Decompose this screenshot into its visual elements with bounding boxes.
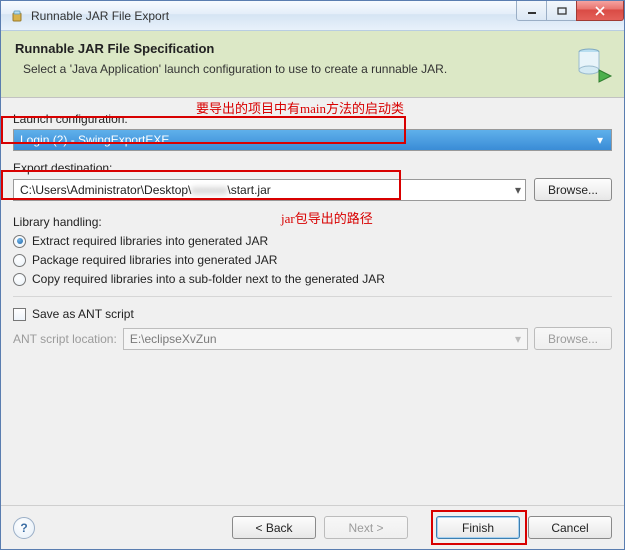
library-handling-label: Library handling: [13,215,612,229]
ant-location-value: E:\eclipseXvZun [130,332,217,346]
jar-title-icon [9,8,25,24]
library-handling-group: Extract required libraries into generate… [13,234,612,286]
header-banner: Runnable JAR File Specification Select a… [1,31,624,98]
export-destination-combo[interactable]: C:\Users\Administrator\Desktop\xxxxxx\st… [13,179,526,201]
export-dest-prefix: C:\Users\Administrator\Desktop\ [20,183,191,197]
browse-ant-button: Browse... [534,327,612,350]
export-dest-hidden: xxxxxx [191,183,227,197]
save-ant-checkbox-row[interactable]: Save as ANT script [13,307,612,321]
browse-destination-button[interactable]: Browse... [534,178,612,201]
back-button[interactable]: < Back [232,516,316,539]
next-button: Next > [324,516,408,539]
chevron-down-icon: ▾ [515,183,521,197]
banner-description: Select a 'Java Application' launch confi… [23,62,570,76]
radio-package-label: Package required libraries into generate… [32,253,277,267]
radio-copy-label: Copy required libraries into a sub-folde… [32,272,385,286]
window-title: Runnable JAR File Export [31,9,169,23]
separator [13,296,612,297]
export-dest-label: Export destination: [13,161,612,175]
radio-extract-label: Extract required libraries into generate… [32,234,268,248]
radio-copy[interactable]: Copy required libraries into a sub-folde… [13,272,612,286]
close-button[interactable] [576,1,624,21]
radio-icon [13,235,26,248]
radio-package[interactable]: Package required libraries into generate… [13,253,612,267]
banner-title: Runnable JAR File Specification [15,41,570,56]
finish-button[interactable]: Finish [436,516,520,539]
radio-icon [13,273,26,286]
minimize-button[interactable] [516,1,546,21]
checkbox-icon [13,308,26,321]
window-controls [516,1,624,21]
button-bar: ? < Back Next > Finish Cancel [1,505,624,549]
jar-banner-icon [570,41,614,85]
export-dest-suffix: \start.jar [227,183,270,197]
ant-location-label: ANT script location: [13,332,117,346]
save-ant-label: Save as ANT script [32,307,134,321]
titlebar: Runnable JAR File Export [1,1,624,31]
dialog-window: Runnable JAR File Export Runnable JAR Fi… [0,0,625,550]
launch-config-label: Launch configuration: [13,112,612,126]
ant-location-input: E:\eclipseXvZun ▾ [123,328,528,350]
maximize-button[interactable] [546,1,576,21]
help-icon[interactable]: ? [13,517,35,539]
launch-config-value: Login (2) - SwingExportEXE [20,133,169,147]
cancel-button[interactable]: Cancel [528,516,612,539]
chevron-down-icon: ▾ [515,332,521,346]
content-area: Launch configuration: Login (2) - SwingE… [1,98,624,505]
chevron-down-icon: ▾ [593,133,607,147]
launch-config-combo[interactable]: Login (2) - SwingExportEXE ▾ [13,129,612,151]
radio-icon [13,254,26,267]
radio-extract[interactable]: Extract required libraries into generate… [13,234,612,248]
